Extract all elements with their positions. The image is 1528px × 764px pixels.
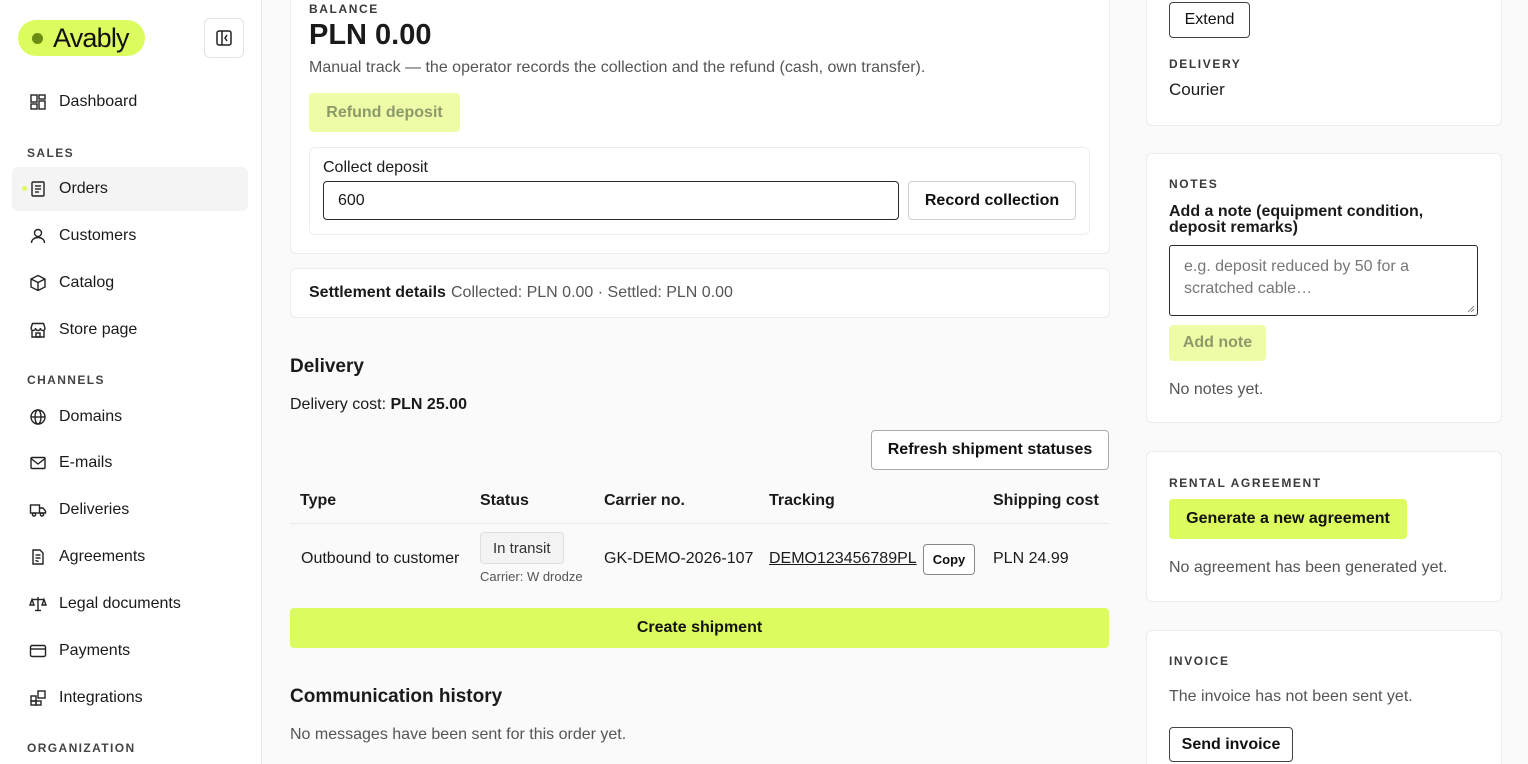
active-indicator [22, 186, 27, 191]
carrier-note: Carrier: W drodze [480, 569, 583, 584]
delivery-title: Delivery [290, 356, 364, 377]
store-icon [30, 322, 46, 338]
invoice-empty-text: The invoice has not been sent yet. [1169, 688, 1413, 705]
sidebar-item-catalog[interactable]: Catalog [12, 261, 248, 305]
nav-section-sales: SALES [27, 146, 75, 160]
sidebar-item-integrations[interactable]: Integrations [12, 676, 248, 720]
brand-logo[interactable]: Avably [18, 20, 145, 56]
sidebar-item-label: Catalog [59, 274, 115, 291]
add-note-button[interactable]: Add note [1169, 325, 1266, 361]
collect-deposit-label: Collect deposit [323, 159, 428, 176]
refresh-shipment-statuses-button[interactable]: Refresh shipment statuses [871, 430, 1109, 470]
sidebar-item-label: Integrations [59, 689, 143, 706]
sidebar-item-agreements[interactable]: Agreements [12, 535, 248, 579]
sidebar-item-label: Deliveries [59, 501, 130, 518]
brand-name: Avably [53, 22, 130, 53]
sidebar-item-customers[interactable]: Customers [12, 214, 248, 258]
column-header-type: Type [300, 492, 337, 509]
nav-section-organization: ORGANIZATION [27, 741, 136, 755]
column-header-shipping-cost: Shipping cost [993, 492, 1099, 509]
delivery-method-value: Courier [1169, 80, 1225, 99]
collect-deposit-input[interactable]: 600 [323, 181, 899, 220]
shipment-type: Outbound to customer [301, 550, 460, 567]
integrations-icon [30, 690, 46, 706]
create-shipment-button[interactable]: Create shipment [290, 608, 1109, 648]
truck-icon [29, 504, 47, 517]
carrier-number: GK-DEMO-2026-107 [604, 550, 754, 567]
sidebar-item-legal-documents[interactable]: Legal documents [12, 582, 248, 626]
column-header-status: Status [480, 492, 529, 509]
send-invoice-button[interactable]: Send invoice [1169, 727, 1293, 762]
sidebar-item-payments[interactable]: Payments [12, 629, 248, 673]
copy-tracking-button[interactable]: Copy [923, 544, 975, 575]
delivery-cost-value: PLN 25.00 [390, 396, 467, 413]
scale-icon [29, 597, 47, 612]
dashboard-icon [30, 94, 46, 110]
delivery-cost: Delivery cost: PLN 25.00 [290, 396, 467, 414]
extend-button[interactable]: Extend [1169, 2, 1250, 38]
notes-prompt: Add a note (equipment condition, deposit… [1169, 203, 1424, 236]
globe-icon [30, 409, 46, 425]
sidebar-item-label: Agreements [59, 548, 146, 565]
sidebar-item-emails[interactable]: E-mails [12, 441, 248, 485]
table-divider [290, 523, 1109, 524]
mail-icon [30, 456, 46, 470]
card-icon [29, 644, 47, 658]
collapse-sidebar-button[interactable] [204, 18, 244, 58]
invoice-label: INVOICE [1169, 654, 1230, 668]
nav-section-channels: CHANNELS [27, 373, 105, 387]
notes-empty-text: No notes yet. [1169, 381, 1264, 398]
sidebar-item-label: Orders [59, 180, 108, 197]
manual-track-note: Manual track — the operator records the … [309, 59, 926, 76]
generate-agreement-button[interactable]: Generate a new agreement [1169, 499, 1407, 539]
shipping-cost-value: PLN 24.99 [993, 550, 1069, 567]
sidebar-item-label: Payments [59, 642, 131, 659]
sidebar-item-label: Dashboard [59, 93, 138, 110]
sidebar-item-domains[interactable]: Domains [12, 395, 248, 439]
balance-value: PLN 0.00 [309, 19, 432, 51]
resize-grip-icon [1467, 305, 1475, 313]
communication-history-title: Communication history [290, 686, 503, 707]
rental-agreement-label: RENTAL AGREEMENT [1169, 476, 1322, 490]
sidebar-item-label: E-mails [59, 454, 113, 471]
refund-deposit-button[interactable]: Refund deposit [309, 93, 460, 132]
sidebar-item-orders[interactable]: Orders [12, 167, 248, 211]
notes-label: NOTES [1169, 177, 1219, 191]
user-icon [30, 228, 46, 244]
logo-dot-icon [32, 32, 43, 44]
settlement-title: Settlement details [309, 284, 446, 301]
orders-icon [31, 181, 45, 197]
sidebar-item-label: Domains [59, 408, 123, 425]
delivery-cost-label: Delivery cost: [290, 396, 387, 413]
record-collection-button[interactable]: Record collection [908, 181, 1076, 220]
sidebar-item-label: Store page [59, 321, 138, 338]
balance-label: BALANCE [309, 2, 379, 16]
sidebar-item-deliveries[interactable]: Deliveries [12, 488, 248, 532]
note-textarea[interactable]: e.g. deposit reduced by 50 for a scratch… [1169, 245, 1478, 316]
note-placeholder: e.g. deposit reduced by 50 for a scratch… [1184, 258, 1410, 297]
delivery-method-label: DELIVERY [1169, 57, 1242, 71]
box-icon [30, 274, 46, 292]
communication-empty-text: No messages have been sent for this orde… [290, 726, 627, 743]
tracking-link[interactable]: DEMO123456789PL [769, 550, 917, 568]
sidebar-toggle-icon [216, 30, 232, 46]
agreement-empty-text: No agreement has been generated yet. [1169, 559, 1448, 576]
sidebar-item-dashboard[interactable]: Dashboard [12, 80, 248, 124]
sidebar: Avably Dashboard SALES Orders Customers … [0, 0, 262, 764]
sidebar-item-label: Legal documents [59, 595, 181, 612]
status-badge: In transit [480, 532, 564, 564]
document-icon [32, 549, 44, 565]
column-header-carrier-no: Carrier no. [604, 492, 685, 509]
sidebar-item-label: Customers [59, 227, 137, 244]
sidebar-item-store-page[interactable]: Store page [12, 308, 248, 352]
column-header-tracking: Tracking [769, 492, 835, 509]
settlement-summary: Collected: PLN 0.00 · Settled: PLN 0.00 [451, 284, 733, 301]
